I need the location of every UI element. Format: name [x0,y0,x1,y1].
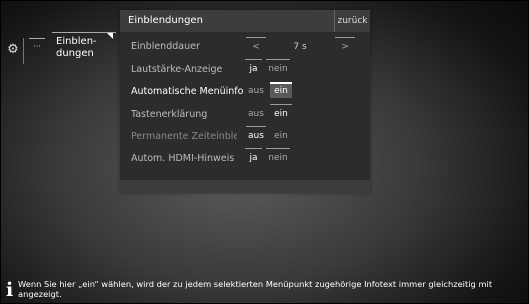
hdmi-option-nein[interactable]: nein [266,148,290,165]
option-label: ein [274,109,288,119]
back-button[interactable]: zurück [334,10,370,32]
menueinfo-option-ein[interactable]: ein [270,82,292,98]
row-label-autom-hdmi-hinweis: Autom. HDMI-Hinweis [131,153,235,164]
tastenerklaerung-option-aus[interactable]: aus [246,107,266,121]
breadcrumb-label: Einblen- dungen [56,36,97,59]
panel-title: Einblendungen [128,15,203,26]
option-label: ja [249,153,258,163]
option-bar [245,59,262,60]
row-label-tastenerklaerung: Tastenerklärung [131,109,208,120]
tastenerklaerung-option-ein[interactable]: ein [270,104,292,121]
menueinfo-option-aus[interactable]: aus [246,84,266,98]
decrease-arrow-icon: < [252,42,260,52]
breadcrumb-corner-arrow-icon [107,33,113,39]
option-bar [335,37,355,38]
breadcrumb-separator [23,38,24,64]
settings-panel [120,10,370,193]
option-label: ein [274,131,288,141]
increase-arrow-icon: > [341,42,349,52]
option-bar [246,126,266,127]
panel-footer [120,180,370,193]
row-label-einblenddauer: Einblenddauer [131,41,200,52]
einblenddauer-value: 7 s [293,42,307,52]
hdmi-option-ja[interactable]: ja [245,148,262,165]
option-bar [266,59,290,60]
option-label: nein [268,64,288,74]
option-label: ja [249,64,258,74]
option-bar [270,104,292,105]
option-label: nein [268,153,288,163]
info-text: Wenn Sie hier „ein“ wählen, wird der zu … [18,279,493,299]
row-label-permanente-zeiteinblendung: Permanente Zeiteinblendung [131,131,237,142]
option-bar [266,148,290,149]
breadcrumb-einblendungen[interactable]: Einblen- dungen [52,32,116,64]
increase-button[interactable]: > [335,37,355,54]
option-bar [246,37,266,38]
info-icon: i [6,279,14,301]
row-label-lautstaerke-anzeige: Lautstärke-Anzeige [131,64,223,75]
row-label-automatische-menueinfo: Automatische Menüinfo [131,86,244,97]
option-label: aus [248,86,264,96]
decrease-button[interactable]: < [246,37,266,54]
zeiteinblendung-option-ein[interactable]: ein [270,129,292,143]
lautstaerke-option-ja[interactable]: ja [245,59,262,76]
zeiteinblendung-option-aus[interactable]: aus [246,126,266,143]
option-label: ein [274,86,288,96]
option-label: aus [248,131,264,141]
breadcrumb-dots[interactable]: ··· [29,38,45,64]
option-label: aus [248,109,264,119]
option-bar [245,148,262,149]
lautstaerke-option-nein[interactable]: nein [266,59,290,76]
option-bar [270,82,292,84]
gear-icon[interactable]: ⚙ [6,43,20,57]
